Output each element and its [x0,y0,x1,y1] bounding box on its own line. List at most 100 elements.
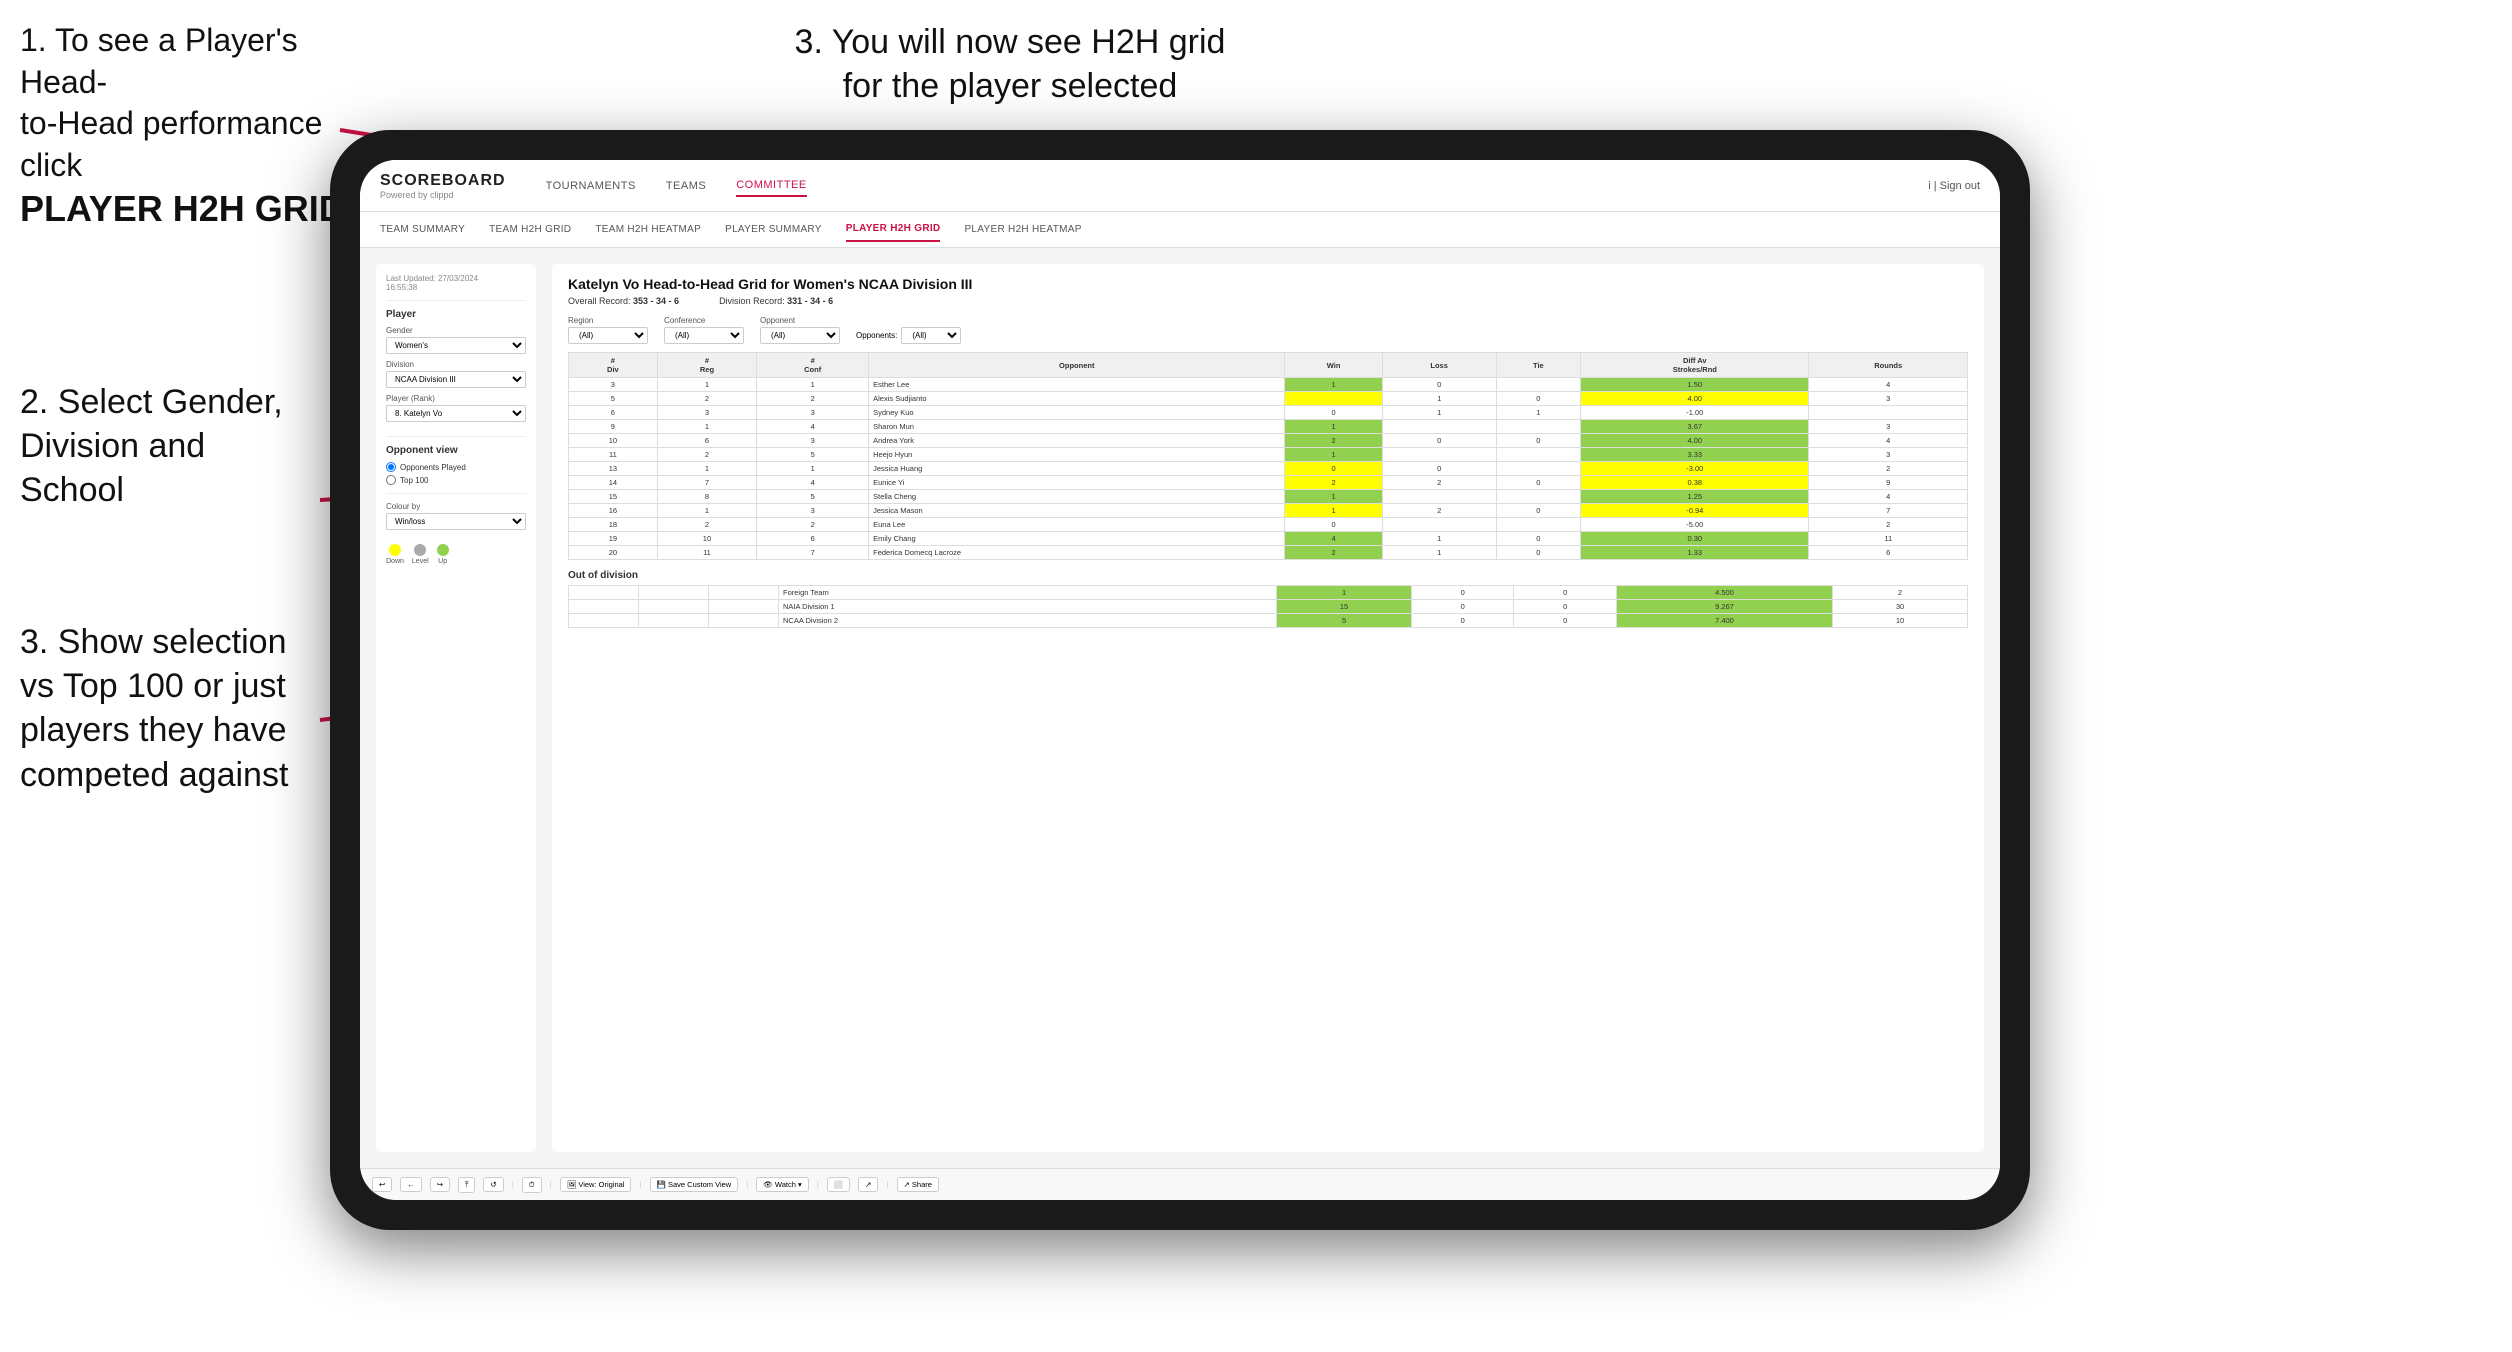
region-filter-select[interactable]: (All) [568,327,648,344]
table-cell: 6 [1809,546,1968,560]
ood-table-cell: 2 [1833,586,1968,600]
right-panel: Katelyn Vo Head-to-Head Grid for Women's… [552,264,1984,1152]
instruction-line2: to-Head performance click [20,105,322,183]
toolbar-sep4: | [746,1180,748,1189]
toolbar-view-original[interactable]: 🖼 View: Original [560,1177,632,1192]
nav-tournaments[interactable]: TOURNAMENTS [546,176,636,196]
table-cell: 0 [1382,434,1496,448]
logo-main: SCOREBOARD [380,172,506,190]
toolbar-share-icon[interactable]: ↗ [858,1177,878,1192]
table-cell: 11 [1809,532,1968,546]
table-cell: 10 [657,532,756,546]
table-cell: 3 [569,378,658,392]
toolbar-clock[interactable]: ⏱ [522,1177,542,1193]
radio-top-100[interactable]: Top 100 [386,475,526,485]
ood-table-cell: 30 [1833,600,1968,614]
table-cell: 2 [1285,434,1382,448]
toolbar-back[interactable]: ← [400,1177,422,1192]
instruction-line1: 1. To see a Player's Head- [20,22,298,100]
table-cell: 2 [1285,476,1382,490]
table-cell: 0 [1496,476,1581,490]
colour-dot-down [389,544,401,556]
table-cell: Emily Chang [869,532,1285,546]
toolbar-redo[interactable]: ↪ [430,1177,450,1192]
division-select[interactable]: NCAA Division III NCAA Division I NCAA D… [386,371,526,388]
nav-committee[interactable]: COMMITTEE [736,175,807,197]
toolbar-refresh[interactable]: ↺ [483,1177,503,1192]
colour-label-level: Level [412,558,429,565]
instruction-top-right: 3. You will now see H2H gridfor the play… [760,20,1260,108]
subnav: TEAM SUMMARY TEAM H2H GRID TEAM H2H HEAT… [360,212,2000,248]
instruction-mid-left: 2. Select Gender,Division andSchool [20,380,320,513]
table-cell: 5 [757,490,869,504]
table-cell: 9 [569,420,658,434]
division-record: Division Record: 331 - 34 - 6 [719,296,833,306]
table-cell [1382,420,1496,434]
conference-filter-select[interactable]: (All) [664,327,744,344]
nav-teams[interactable]: TEAMS [666,176,706,196]
nav-sign-in[interactable]: i | Sign out [1928,180,1980,192]
subnav-team-h2h-grid[interactable]: TEAM H2H GRID [489,218,571,241]
table-cell [1496,448,1581,462]
table-cell: 3 [757,406,869,420]
table-cell [1496,462,1581,476]
table-cell: 1 [1382,546,1496,560]
table-cell: 14 [569,476,658,490]
subnav-team-summary[interactable]: TEAM SUMMARY [380,218,465,241]
table-cell: Sharon Mun [869,420,1285,434]
th-reg: #Reg [657,353,756,378]
colour-by-label: Colour by [386,502,526,511]
colour-by-select[interactable]: Win/loss [386,513,526,530]
toolbar-sep2: | [550,1180,552,1189]
nav-logo: SCOREBOARD Powered by clippd [380,172,506,200]
table-cell: 0 [1496,392,1581,406]
table-cell: 19 [569,532,658,546]
table-cell: 9 [1809,476,1968,490]
table-cell: Federica Domecq Lacroze [869,546,1285,560]
colour-dot-up [437,544,449,556]
gender-select[interactable]: Women's Men's [386,337,526,354]
table-cell: Sydney Kuo [869,406,1285,420]
toolbar-top[interactable]: ⤒ [458,1177,475,1193]
filter-group-region: Region (All) [568,316,648,344]
table-cell [1285,392,1382,406]
table-cell: Esther Lee [869,378,1285,392]
subnav-player-h2h-grid[interactable]: PLAYER H2H GRID [846,217,941,242]
table-cell: 0 [1285,518,1382,532]
table-cell: 11 [657,546,756,560]
table-cell: 3 [1809,420,1968,434]
table-cell: 1 [657,462,756,476]
ood-table-cell [639,614,709,628]
table-cell: 3 [757,434,869,448]
left-panel: Last Updated: 27/03/202416:55:38 Player … [376,264,536,1152]
table-cell: 3.67 [1581,420,1809,434]
filter-row: Region (All) Conference (All) Opponent [568,316,1968,344]
table-cell: 5 [569,392,658,406]
toolbar-undo[interactable]: ↩ [372,1177,392,1192]
subnav-team-h2h-heatmap[interactable]: TEAM H2H HEATMAP [595,218,701,241]
table-cell: 5 [757,448,869,462]
table-cell: 10 [569,434,658,448]
table-cell: 4 [1809,378,1968,392]
ood-table: Foreign Team1004.5002NAIA Division 11500… [568,585,1968,628]
opponent-filter-select[interactable]: (All) [760,327,840,344]
instruction-bot-left: 3. Show selectionvs Top 100 or justplaye… [20,620,330,797]
ood-table-cell: NCAA Division 2 [779,614,1277,628]
radio-opponents-played[interactable]: Opponents Played [386,462,526,472]
subnav-player-h2h-heatmap[interactable]: PLAYER H2H HEATMAP [964,218,1081,241]
subnav-player-summary[interactable]: PLAYER SUMMARY [725,218,822,241]
instruction-top-left: 1. To see a Player's Head- to-Head perfo… [20,20,360,233]
toolbar-save-custom-view[interactable]: 💾 Save Custom View [650,1177,739,1192]
player-rank-select[interactable]: 8. Katelyn Vo [386,405,526,422]
table-cell: 3.33 [1581,448,1809,462]
table-cell: 0 [1382,462,1496,476]
ood-table-cell: 15 [1277,600,1412,614]
toolbar-watch[interactable]: 👁 Watch ▾ [756,1177,808,1192]
th-tie: Tie [1496,353,1581,378]
tablet: SCOREBOARD Powered by clippd TOURNAMENTS… [330,130,2030,1230]
opponents-value-select[interactable]: (All) [901,327,961,344]
toolbar-share[interactable]: ↗ Share [897,1177,939,1192]
toolbar-sep3: | [639,1180,641,1189]
toolbar-layout[interactable]: ⬜ [827,1177,850,1192]
table-cell: 1 [1285,420,1382,434]
